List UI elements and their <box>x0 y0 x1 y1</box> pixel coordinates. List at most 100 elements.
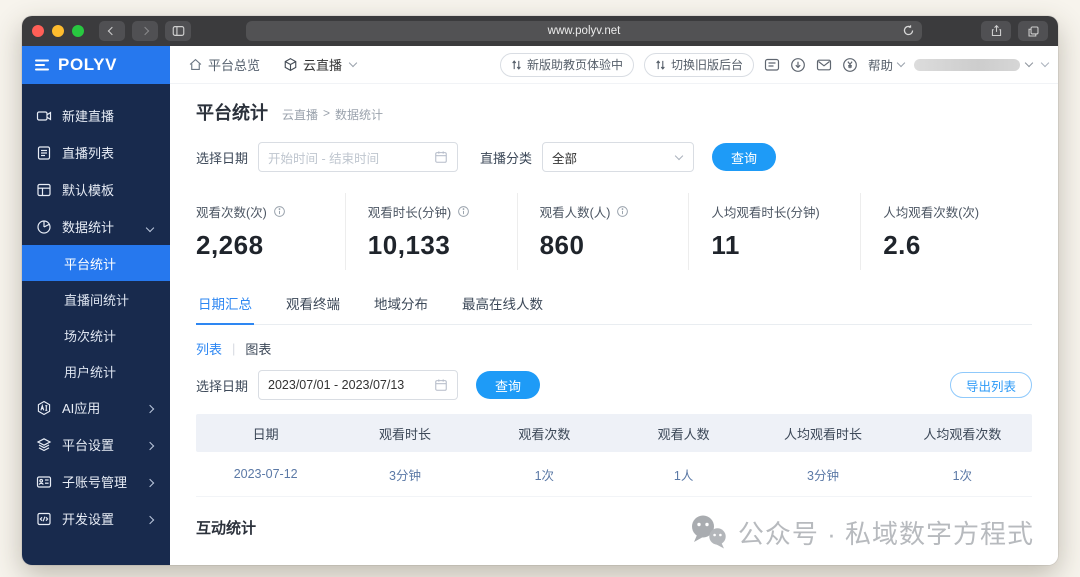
mail-button[interactable] <box>816 57 832 73</box>
id-card-icon <box>36 475 52 488</box>
date-filter-label: 选择日期 <box>196 378 249 394</box>
zoom-window-button[interactable] <box>72 25 84 37</box>
info-icon[interactable] <box>457 205 470 218</box>
breadcrumb-root[interactable]: 云直播 <box>282 106 318 123</box>
export-list-button[interactable]: 导出列表 <box>949 372 1032 398</box>
nav-label: 平台总览 <box>208 58 261 73</box>
sidebar-item-label: 数据统计 <box>62 220 115 235</box>
table-query-button[interactable]: 查询 <box>476 371 541 399</box>
cell-viewers: 1人 <box>673 468 694 483</box>
sidebar-subitem-label: 场次统计 <box>64 328 117 344</box>
download-center-button[interactable] <box>790 57 806 73</box>
nav-platform-overview[interactable]: 平台总览 <box>188 55 260 74</box>
tabs-icon <box>1028 26 1038 36</box>
sidebar-subitem-label: 直播间统计 <box>64 292 130 308</box>
tab-peak-online[interactable]: 最高在线人数 <box>460 283 545 324</box>
reload-button[interactable] <box>902 24 915 37</box>
top-filter-row: 选择日期 开始时间 - 结束时间 直播分类 全部 查询 <box>196 142 1032 172</box>
polyv-logo[interactable]: POLYV <box>22 46 170 84</box>
table-header-viewers: 观看人数 <box>657 426 710 442</box>
pill-label: 切换旧版后台 <box>670 58 743 72</box>
browser-forward-button[interactable] <box>132 21 158 41</box>
minimize-window-button[interactable] <box>52 25 64 37</box>
chevron-left-icon <box>107 26 117 36</box>
browser-back-button[interactable] <box>99 21 125 41</box>
share-button[interactable] <box>981 21 1011 41</box>
chevron-right-icon <box>145 511 155 526</box>
browser-sidebar-toggle-button[interactable] <box>165 21 191 41</box>
help-menu[interactable]: 帮助 <box>868 55 906 74</box>
pill-label: 新版助教页体验中 <box>526 58 623 72</box>
new-version-toggle-button[interactable]: 新版助教页体验中 <box>499 52 634 77</box>
category-select[interactable]: 全部 <box>542 142 695 172</box>
info-icon[interactable] <box>273 205 286 218</box>
table-header-row: 日期 观看时长 观看次数 观看人数 人均观看时长 人均观看次数 <box>196 414 1032 452</box>
date-range-input[interactable]: 开始时间 - 结束时间 <box>258 142 459 172</box>
sidebar-menu: 新建直播 直播列表 默认模板 数据统计 平台统计 直播间统计 场次统计 用户统计… <box>22 84 170 537</box>
stat-label: 人均观看次数(次) <box>883 206 980 220</box>
sidebar-item-label: 直播列表 <box>62 146 115 161</box>
calendar-icon <box>435 379 447 391</box>
cube-icon <box>284 58 297 71</box>
sidebar-item-default-template[interactable]: 默认模板 <box>22 171 170 208</box>
view-chart-link[interactable]: 图表 <box>245 339 271 358</box>
query-button[interactable]: 查询 <box>712 143 777 171</box>
table-header-date: 日期 <box>252 426 279 442</box>
table-header-avg-minutes: 人均观看时长 <box>783 426 862 442</box>
view-list-link[interactable]: 列表 <box>196 339 222 358</box>
pie-chart-icon <box>37 219 51 234</box>
home-icon <box>189 58 202 70</box>
billing-button[interactable] <box>842 57 858 73</box>
tab-region-distribution[interactable]: 地域分布 <box>372 283 430 324</box>
stat-value: 10,133 <box>367 230 451 260</box>
stat-label: 观看人数(人) <box>539 206 611 220</box>
page-head: 平台统计 云直播 > 数据统计 <box>196 99 1032 125</box>
sidebar: POLYV 新建直播 直播列表 默认模板 数据统计 平台统计 直播间统计 场次统… <box>22 46 170 565</box>
sidebar-item-live-list[interactable]: 直播列表 <box>22 134 170 171</box>
code-icon <box>37 512 51 525</box>
watermark-text: 公众号 · 私域数字方程式 <box>737 518 1034 549</box>
watermark: 公众号 · 私域数字方程式 <box>688 513 1034 551</box>
date-filter-label: 选择日期 <box>196 150 249 166</box>
comment-icon <box>764 58 780 71</box>
chevron-right-icon <box>145 437 155 452</box>
sidebar-item-user-stats[interactable]: 用户统计 <box>22 353 170 389</box>
account-menu[interactable] <box>914 58 1034 71</box>
tab-date-summary[interactable]: 日期汇总 <box>196 283 254 325</box>
sidebar-item-room-stats[interactable]: 直播间统计 <box>22 281 170 317</box>
info-icon[interactable] <box>616 205 629 218</box>
nav-cloud-live[interactable]: 云直播 <box>283 55 358 74</box>
sidebar-item-session-stats[interactable]: 场次统计 <box>22 317 170 353</box>
screenshot-background: www.polyv.net POLYV 新建直播 直播列表 默认模板 数据统计 … <box>0 0 1080 577</box>
category-selected-value: 全部 <box>552 151 578 166</box>
stat-card-avg-minutes: 人均观看时长(分钟) 11 <box>688 193 860 270</box>
sidebar-item-label: AI应用 <box>62 401 101 416</box>
switch-old-version-button[interactable]: 切换旧版后台 <box>643 52 754 77</box>
sidebar-item-data-stats[interactable]: 数据统计 <box>22 208 170 245</box>
sidebar-item-platform-settings[interactable]: 平台设置 <box>22 426 170 463</box>
table-header-view-count: 观看次数 <box>518 426 571 442</box>
cell-avg-views: 1次 <box>952 468 973 483</box>
tab-view-terminal[interactable]: 观看终端 <box>284 283 342 324</box>
video-camera-icon <box>36 110 52 121</box>
cell-date: 2023-07-12 <box>233 467 298 481</box>
sidebar-item-label: 开发设置 <box>62 512 115 527</box>
stat-card-view-minutes: 观看时长(分钟) 10,133 <box>344 193 517 270</box>
layers-icon <box>36 437 52 451</box>
sidebar-item-new-live[interactable]: 新建直播 <box>22 97 170 134</box>
tab-overview-button[interactable] <box>1018 21 1048 41</box>
sidebar-item-dev-settings[interactable]: 开发设置 <box>22 500 170 537</box>
message-center-button[interactable] <box>764 57 780 73</box>
stat-label: 观看时长(分钟) <box>367 206 452 220</box>
sidebar-item-ai-apps[interactable]: AI应用 <box>22 389 170 426</box>
address-bar[interactable]: www.polyv.net <box>246 21 922 41</box>
table-row[interactable]: 2023-07-12 3分钟 1次 1人 3分钟 1次 <box>196 452 1032 497</box>
url-text: www.polyv.net <box>547 25 621 37</box>
chevron-right-icon <box>145 474 155 489</box>
list-icon <box>37 145 51 160</box>
panel-collapse-chevron[interactable] <box>1040 58 1050 68</box>
date-range-input-filled[interactable]: 2023/07/01 - 2023/07/13 <box>258 370 459 400</box>
sidebar-item-subaccount-management[interactable]: 子账号管理 <box>22 463 170 500</box>
close-window-button[interactable] <box>32 25 44 37</box>
sidebar-item-platform-stats[interactable]: 平台统计 <box>22 245 170 281</box>
